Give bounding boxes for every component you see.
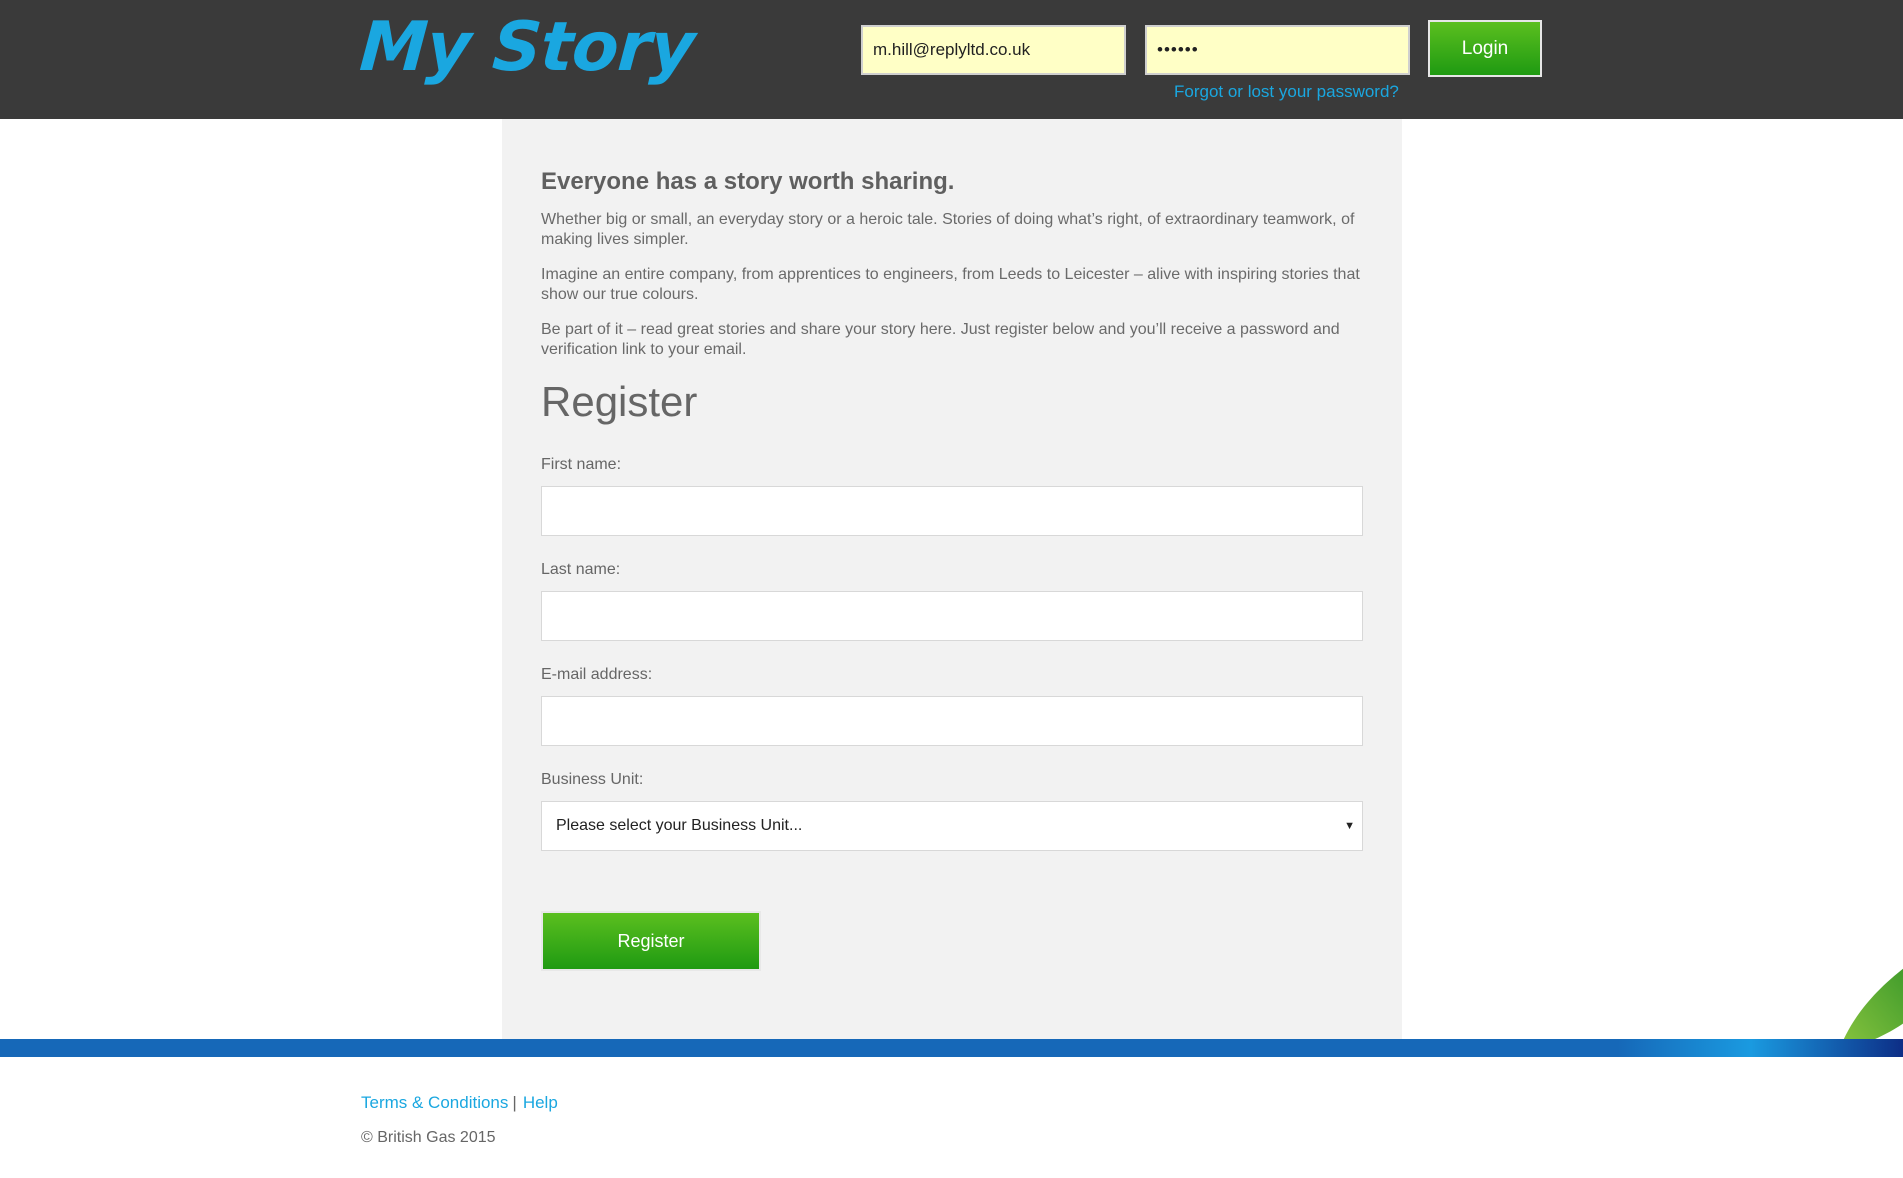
business-unit-selected-value: Please select your Business Unit...	[556, 817, 803, 834]
copyright: © British Gas 2015	[361, 1129, 496, 1146]
content: Everyone has a story worth sharing. Whet…	[541, 168, 1363, 971]
footer-links: Terms & Conditions | Help	[361, 1093, 558, 1113]
tagline: Everyone has a story worth sharing.	[541, 168, 955, 195]
first-name-input[interactable]	[541, 486, 1363, 536]
email-label: E-mail address:	[541, 666, 653, 683]
last-name-label: Last name:	[541, 561, 621, 578]
login-password-field[interactable]: ••••••	[1145, 25, 1410, 75]
business-unit-select[interactable]: Please select your Business Unit... ▼	[541, 801, 1363, 851]
business-unit-label: Business Unit:	[541, 771, 644, 788]
last-name-input[interactable]	[541, 591, 1363, 641]
login-email-field[interactable]: m.hill@replyltd.co.uk	[861, 25, 1126, 75]
caret-down-icon: ▼	[1344, 820, 1355, 832]
header: My Story m.hill@replyltd.co.uk •••••• Lo…	[0, 0, 1903, 119]
intro-paragraph-1: Whether big or small, an everyday story …	[541, 211, 1355, 248]
logo[interactable]: My Story	[357, 8, 696, 87]
footer: Terms & Conditions | Help © British Gas 20…	[361, 1093, 558, 1147]
help-link[interactable]: Help	[523, 1093, 558, 1112]
forgot-password-link[interactable]: Forgot or lost your password?	[1174, 82, 1399, 102]
terms-link[interactable]: Terms & Conditions	[361, 1093, 508, 1112]
intro-paragraph-3: Be part of it – read great stories and s…	[541, 321, 1340, 358]
intro-paragraph-2: Imagine an entire company, from apprenti…	[541, 266, 1360, 303]
email-input[interactable]	[541, 696, 1363, 746]
footer-blue-bar	[0, 1039, 1903, 1057]
register-title: Register	[541, 378, 698, 425]
main-panel: Everyone has a story worth sharing. Whet…	[502, 119, 1402, 1039]
footer-separator: |	[512, 1093, 517, 1112]
login-button[interactable]: Login	[1428, 20, 1542, 77]
first-name-label: First name:	[541, 456, 622, 473]
register-button[interactable]: Register	[541, 911, 761, 971]
